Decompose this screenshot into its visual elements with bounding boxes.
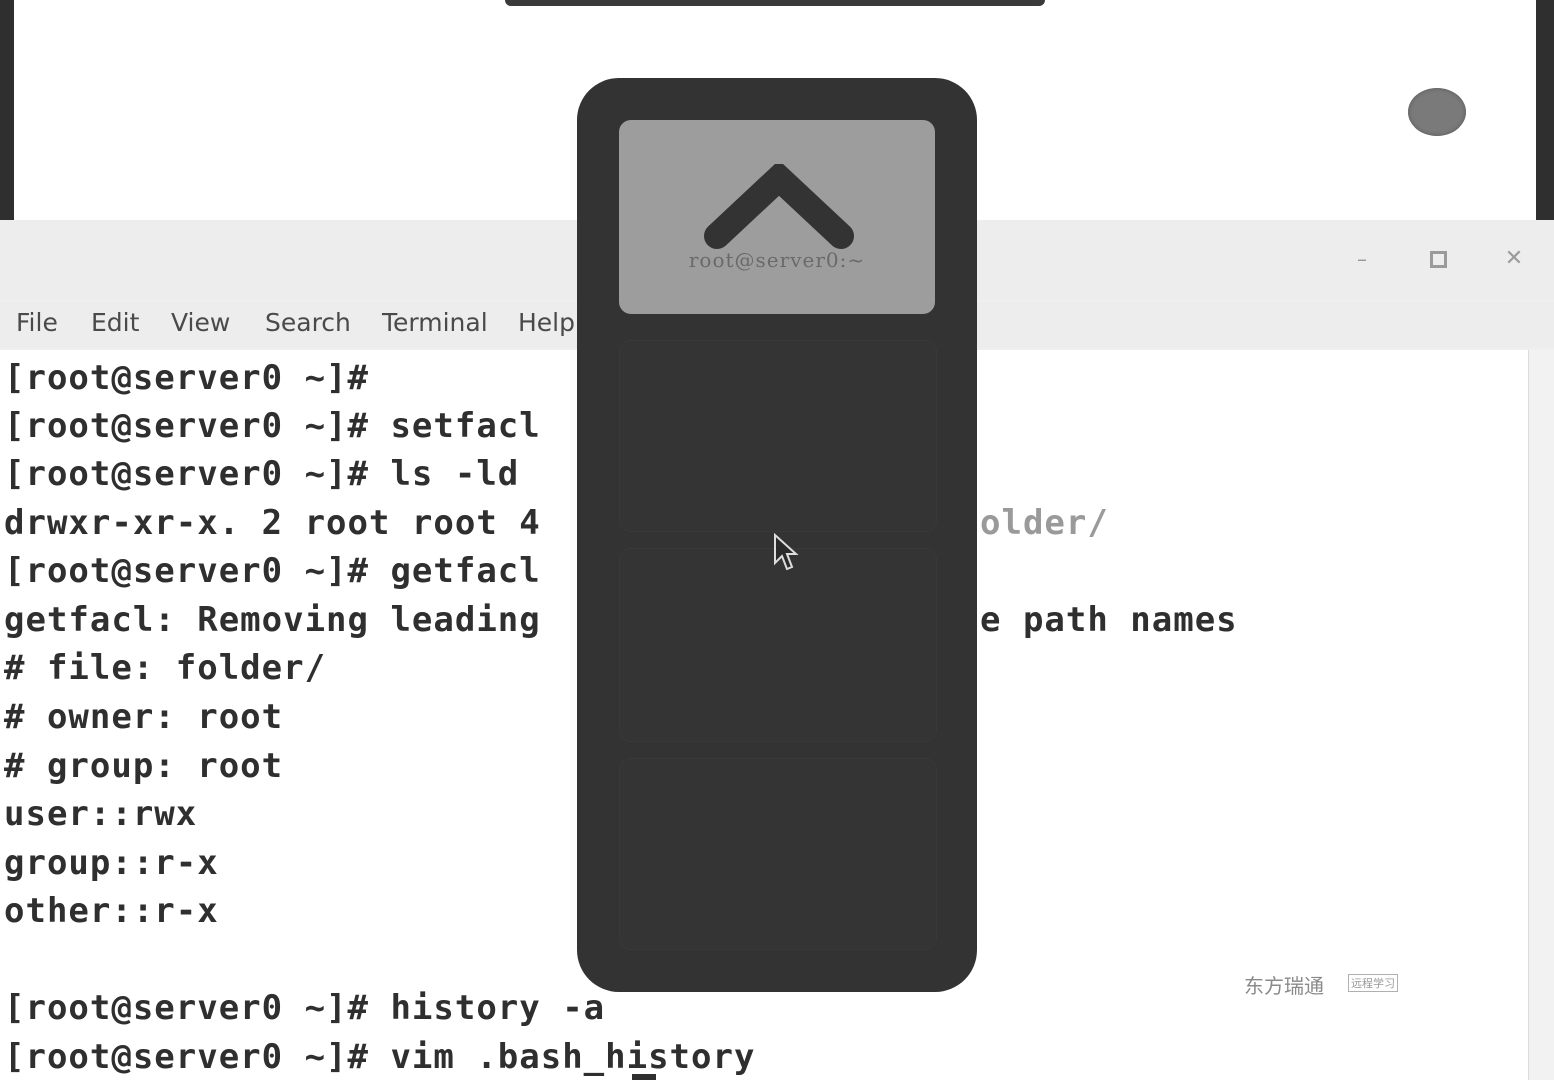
terminal-fragment: older/: [980, 503, 1109, 543]
right-edge: [1536, 0, 1554, 220]
user-avatar-icon[interactable]: [1408, 88, 1466, 136]
watermark-logo: 东方瑞通: [1244, 974, 1324, 998]
menu-terminal[interactable]: Terminal: [382, 308, 488, 337]
workspace-window-label: root@server0:~: [688, 248, 866, 272]
mouse-pointer-icon: [774, 533, 799, 571]
screen: – ✕ File Edit View Search Terminal Help …: [0, 0, 1554, 1080]
close-icon[interactable]: ✕: [1499, 244, 1529, 274]
top-panel-shadow: [505, 0, 1045, 6]
terminal-line: getfacl: Removing leading: [4, 600, 541, 640]
terminal-line: # file: folder/: [4, 648, 327, 688]
maximize-icon[interactable]: [1423, 244, 1453, 274]
menu-help[interactable]: Help: [518, 308, 575, 337]
menu-search[interactable]: Search: [265, 308, 351, 337]
terminal-line: group::r-x: [4, 843, 219, 883]
terminal-line: [root@server0 ~]# history -a: [4, 988, 606, 1028]
text-cursor: [632, 1074, 656, 1080]
terminal-fragment: e path names: [980, 600, 1238, 640]
menu-view[interactable]: View: [171, 308, 230, 337]
terminal-line: [root@server0 ~]#: [4, 358, 369, 398]
terminal-line: other::r-x: [4, 891, 219, 931]
menu-file[interactable]: File: [16, 308, 58, 337]
terminal-line: [root@server0 ~]# setfacl: [4, 406, 541, 446]
terminal-line: drwxr-xr-x. 2 root root 4: [4, 503, 541, 543]
terminal-line: [root@server0 ~]# getfacl: [4, 551, 541, 591]
workspace-3[interactable]: [619, 548, 937, 742]
terminal-line: user::rwx: [4, 794, 198, 834]
terminal-line: # owner: root: [4, 697, 284, 737]
terminal-scrollbar[interactable]: [1528, 350, 1554, 1080]
terminal-line: [root@server0 ~]# vim .bash_history: [4, 1037, 756, 1077]
watermark-tag: 远程学习: [1348, 974, 1398, 992]
workspace-1-active[interactable]: root@server0:~: [619, 120, 935, 314]
left-edge: [0, 0, 14, 220]
workspace-4[interactable]: [619, 758, 937, 950]
terminal-line: # group: root: [4, 746, 284, 786]
menu-edit[interactable]: Edit: [91, 308, 139, 337]
terminal-line: [root@server0 ~]# ls -ld: [4, 454, 520, 494]
minimize-icon[interactable]: –: [1347, 244, 1377, 274]
workspace-2[interactable]: [619, 340, 937, 532]
